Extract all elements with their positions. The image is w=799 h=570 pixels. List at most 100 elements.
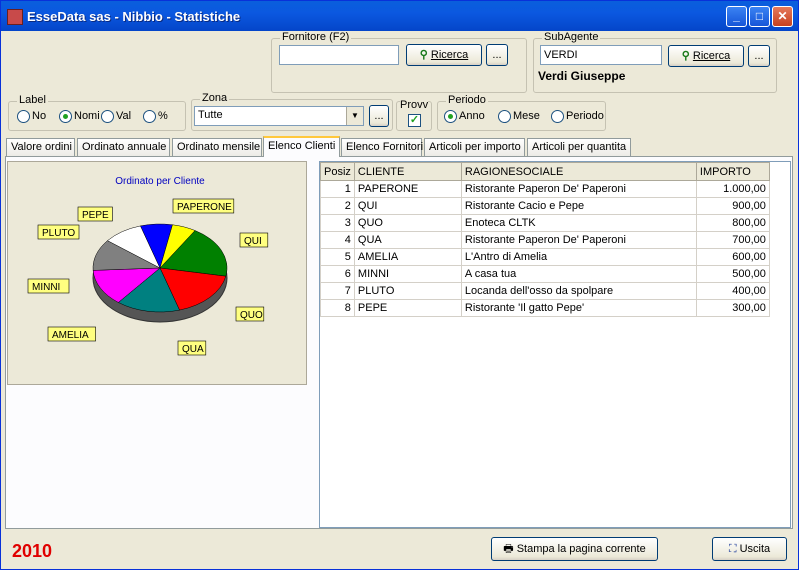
cell-posiz: 2 — [320, 197, 355, 215]
search-icon: ⚲ — [419, 49, 428, 61]
tab-elenco-clienti[interactable]: Elenco Clienti — [263, 136, 340, 157]
cell-cliente: PEPE — [353, 299, 462, 317]
periodo-anno-radio[interactable] — [444, 110, 457, 123]
svg-text:QUI: QUI — [244, 236, 262, 247]
col-cliente[interactable]: CLIENTE — [353, 162, 462, 181]
clients-grid[interactable]: Posiz CLIENTE RAGIONESOCIALE IMPORTO 1 PA… — [319, 161, 791, 528]
svg-text:MINNI: MINNI — [32, 282, 60, 293]
periodo-mese-text: Mese — [513, 110, 540, 122]
cell-cliente: QUO — [353, 214, 462, 232]
cell-ragionesociale: Locanda dell'osso da spolpare — [460, 282, 697, 300]
svg-text:QUA: QUA — [182, 344, 204, 355]
subagente-search-button[interactable]: ⚲ Ricerca — [668, 45, 744, 67]
subagente-search-label: Ricerca — [692, 50, 731, 62]
minimize-button[interactable]: _ — [726, 6, 747, 27]
col-importo[interactable]: IMPORTO — [695, 162, 770, 181]
periodo-periodo-radio[interactable] — [551, 110, 564, 123]
zona-dots-button[interactable]: ... — [369, 105, 389, 127]
title-bar[interactable]: EsseData sas - Nibbio - Statistiche _ □ … — [1, 1, 798, 31]
pie-label-minni: MINNI — [27, 278, 70, 294]
zona-value: Tutte — [198, 109, 223, 121]
print-button[interactable]: 🖶 Stampa la pagina corrente — [491, 537, 658, 561]
periodo-periodo-text: Periodo — [566, 110, 604, 122]
cell-posiz: 1 — [320, 180, 355, 198]
pie-label-qua: QUA — [177, 340, 207, 356]
cell-cliente: QUA — [353, 231, 462, 249]
cell-posiz: 3 — [320, 214, 355, 232]
svg-text:PAPERONE: PAPERONE — [177, 202, 232, 213]
cell-importo: 300,00 — [695, 299, 770, 317]
cell-ragionesociale: L'Antro di Amelia — [460, 248, 697, 266]
svg-text:AMELIA: AMELIA — [52, 330, 89, 341]
pie-label-pluto: PLUTO — [37, 224, 80, 240]
table-row[interactable]: 5 AMELIA L'Antro di Amelia 600,00 — [320, 248, 770, 266]
cell-cliente: MINNI — [353, 265, 462, 283]
window-title: EsseData sas - Nibbio - Statistiche — [27, 9, 241, 24]
cell-cliente: QUI — [353, 197, 462, 215]
label-percent-radio[interactable] — [143, 110, 156, 123]
cell-ragionesociale: A casa tua — [460, 265, 697, 283]
cell-posiz: 7 — [320, 282, 355, 300]
cell-ragionesociale: Ristorante Paperon De' Paperoni — [460, 180, 697, 198]
label-nomi-radio[interactable] — [59, 110, 72, 123]
cell-ragionesociale: Enoteca CLTK — [460, 214, 697, 232]
label-val-radio[interactable] — [101, 110, 114, 123]
cell-posiz: 8 — [320, 299, 355, 317]
table-row[interactable]: 8 PEPE Ristorante 'Il gatto Pepe' 300,00 — [320, 299, 770, 317]
col-ragionesociale[interactable]: RAGIONESOCIALE — [460, 162, 697, 181]
table-row[interactable]: 4 QUA Ristorante Paperon De' Paperoni 700,0… — [320, 231, 770, 249]
exit-icon: ⛶ — [728, 543, 737, 555]
pie-chart: Ordinato per Cliente PAPERONE QUI QUO QUA AM… — [27, 176, 269, 356]
exit-label: Uscita — [739, 543, 771, 555]
pie-label-amelia: AMELIA — [47, 326, 96, 342]
tab-articoli-importo[interactable]: Articoli per importo — [424, 138, 525, 156]
subagente-dots-button[interactable]: ... — [748, 45, 770, 67]
cell-ragionesociale: Ristorante 'Il gatto Pepe' — [460, 299, 697, 317]
zona-select[interactable]: Tutte ▼ — [194, 106, 364, 126]
printer-icon: 🖶 — [503, 543, 514, 555]
chevron-down-icon[interactable]: ▼ — [346, 107, 363, 125]
fornitore-search-button[interactable]: ⚲ Ricerca — [406, 44, 482, 66]
table-row[interactable]: 2 QUI Ristorante Cacio e Pepe 900,00 — [320, 197, 770, 215]
provv-checkbox[interactable]: ✓ — [408, 114, 421, 127]
pie-label-quo: QUO — [235, 306, 265, 322]
periodo-title: Periodo — [446, 94, 488, 106]
cell-importo: 600,00 — [695, 248, 770, 266]
fornitore-dots-button[interactable]: ... — [486, 44, 508, 66]
label-percent-text: % — [158, 110, 168, 122]
cell-importo: 800,00 — [695, 214, 770, 232]
subagente-input[interactable] — [540, 45, 662, 65]
cell-cliente: PAPERONE — [353, 180, 462, 198]
periodo-mese-radio[interactable] — [498, 110, 511, 123]
close-button[interactable]: ✕ — [772, 6, 793, 27]
tab-ordinato-annuale[interactable]: Ordinato annuale — [77, 138, 170, 156]
pie-label-qui: QUI — [239, 232, 269, 248]
cell-cliente: PLUTO — [353, 282, 462, 300]
label-no-radio[interactable] — [17, 110, 30, 123]
table-row[interactable]: 6 MINNI A casa tua 500,00 — [320, 265, 770, 283]
tab-ordinato-mensile[interactable]: Ordinato mensile — [172, 138, 262, 156]
cell-importo: 400,00 — [695, 282, 770, 300]
year-label: 2010 — [12, 541, 53, 561]
pie-label-pepe: PEPE — [77, 206, 113, 222]
col-posiz[interactable]: Posiz — [320, 162, 355, 181]
cell-importo: 500,00 — [695, 265, 770, 283]
label-group-title: Label — [17, 94, 48, 106]
tab-elenco-fornitori[interactable]: Elenco Fornitori — [341, 138, 423, 156]
table-row[interactable]: 7 PLUTO Locanda dell'osso da spolpare 400,0… — [320, 282, 770, 300]
grid-header-row: Posiz CLIENTE RAGIONESOCIALE IMPORTO — [320, 162, 770, 181]
tab-articoli-quantita[interactable]: Articoli per quantita — [527, 138, 631, 156]
cell-importo: 1.000,00 — [695, 180, 770, 198]
exit-button[interactable]: ⛶ Uscita — [712, 537, 787, 561]
cell-ragionesociale: Ristorante Cacio e Pepe — [460, 197, 697, 215]
table-row[interactable]: 1 PAPERONE Ristorante Paperon De' Paperoni… — [320, 180, 770, 198]
label-val-text: Val — [116, 110, 132, 122]
fornitore-label: Fornitore (F2) — [280, 31, 352, 43]
fornitore-input[interactable] — [279, 45, 399, 65]
svg-text:PEPE: PEPE — [82, 210, 109, 221]
chart-panel: Ordinato per Cliente PAPERONE QUI QUO QUA AM… — [7, 161, 307, 385]
tab-valore-ordini[interactable]: Valore ordini — [6, 138, 75, 156]
subagente-name: Verdi Giuseppe — [538, 69, 626, 83]
maximize-button[interactable]: □ — [749, 6, 770, 27]
table-row[interactable]: 3 QUO Enoteca CLTK 800,00 — [320, 214, 770, 232]
